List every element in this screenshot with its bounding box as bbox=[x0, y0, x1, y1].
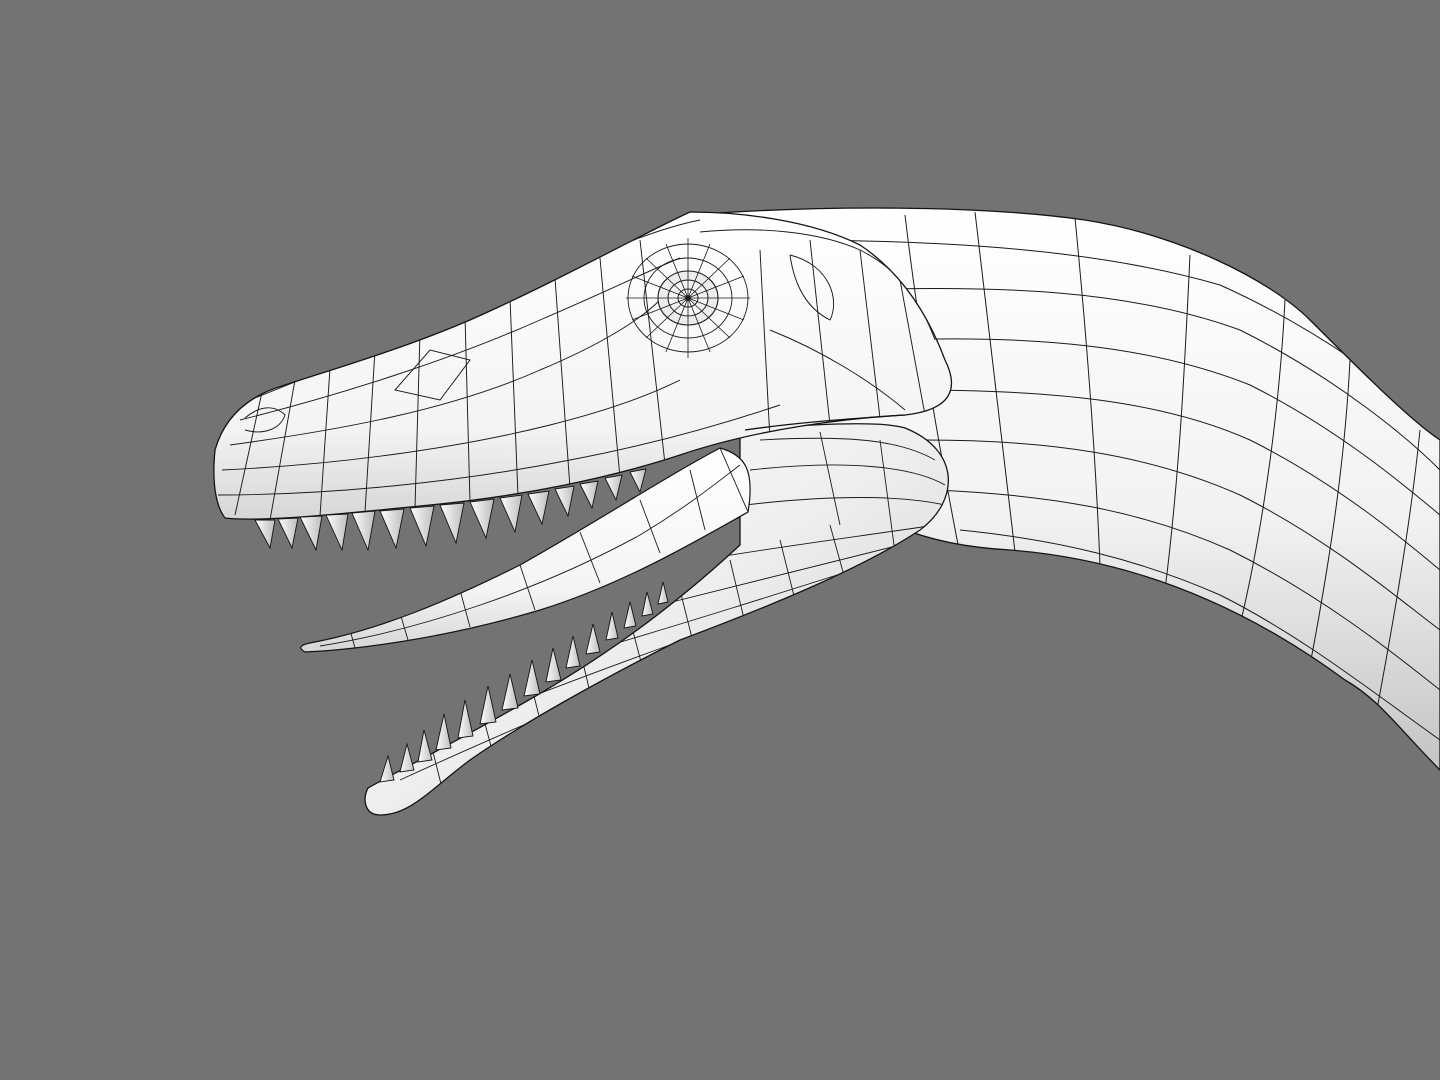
wireframe-render bbox=[213, 207, 1440, 816]
3d-viewport[interactable] bbox=[0, 0, 1440, 1080]
